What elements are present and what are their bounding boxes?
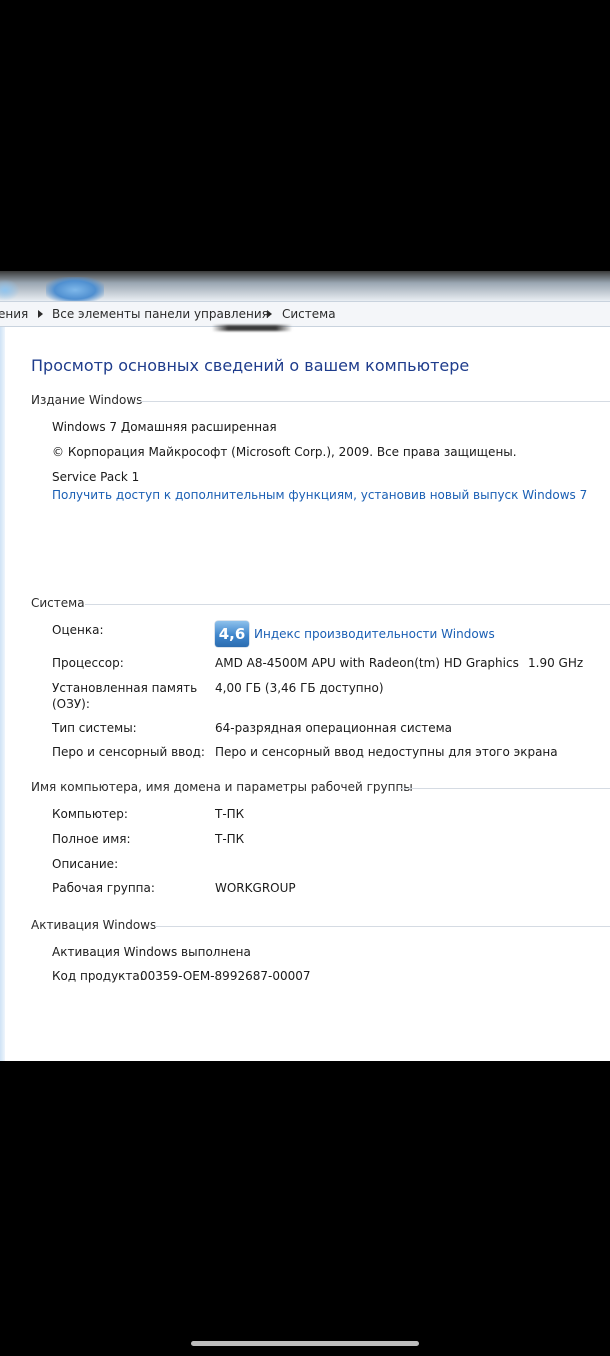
computer-section-heading: Имя компьютера, имя домена и параметры р… xyxy=(31,780,610,796)
section-title: Активация Windows xyxy=(31,918,157,932)
section-title: Система xyxy=(31,596,85,610)
cpu-label: Процессор: xyxy=(52,656,124,670)
product-key-label: Код продукта: xyxy=(52,969,144,983)
upgrade-link[interactable]: Получить доступ к дополнительным функция… xyxy=(52,488,587,502)
breadcrumb-item-control-panel[interactable]: ения xyxy=(0,302,28,326)
rating-badge[interactable]: 4,6 xyxy=(215,621,249,647)
workgroup-label: Рабочая группа: xyxy=(52,881,155,895)
blur-artifact xyxy=(212,325,292,331)
section-title: Имя компьютера, имя домена и параметры р… xyxy=(31,780,413,794)
page-title: Просмотр основных сведений о вашем компь… xyxy=(31,356,470,375)
system-type-label: Тип системы: xyxy=(52,721,137,735)
system-type-value: 64-разрядная операционная система xyxy=(215,721,453,735)
product-key-value: 00359-OEM-8992687-00007 xyxy=(140,969,311,983)
full-name-value: Т-ПК xyxy=(215,832,245,846)
window-top-blur xyxy=(0,271,610,303)
left-pane-edge xyxy=(0,327,5,1061)
divider xyxy=(400,788,610,789)
breadcrumb-item-system[interactable]: Система xyxy=(282,302,336,326)
copyright-text: © Корпорация Майкрософт (Microsoft Corp.… xyxy=(52,445,517,459)
system-window: ения Все элементы панели управления Сист… xyxy=(0,271,610,1061)
breadcrumb-item-all-items[interactable]: Все элементы панели управления xyxy=(52,302,269,326)
service-pack: Service Pack 1 xyxy=(52,470,140,484)
pen-touch-label: Перо и сенсорный ввод: xyxy=(52,745,205,759)
description-label: Описание: xyxy=(52,857,119,871)
chevron-right-icon[interactable] xyxy=(38,310,43,318)
ram-label-suffix: (ОЗУ): xyxy=(52,697,90,711)
performance-index-link[interactable]: Индекс производительности Windows xyxy=(254,627,495,641)
workgroup-value: WORKGROUP xyxy=(215,881,296,895)
edition-name: Windows 7 Домашняя расширенная xyxy=(52,420,277,434)
computer-name-value: Т-ПК xyxy=(215,807,245,821)
divider xyxy=(155,926,610,927)
activation-status: Активация Windows выполнена xyxy=(52,945,251,959)
rating-label: Оценка: xyxy=(52,623,104,637)
glow-icon xyxy=(46,277,104,303)
computer-name-label: Компьютер: xyxy=(52,807,128,821)
breadcrumb[interactable]: ения Все элементы панели управления Сист… xyxy=(0,301,610,327)
edition-section-heading: Издание Windows xyxy=(31,393,610,409)
cpu-speed: 1.90 GHz xyxy=(528,656,584,670)
section-title: Издание Windows xyxy=(31,393,143,407)
ram-label: Установленная память xyxy=(52,681,198,695)
chevron-right-icon[interactable] xyxy=(267,310,272,318)
system-section-heading: Система xyxy=(31,596,610,612)
divider xyxy=(85,604,610,605)
full-name-label: Полное имя: xyxy=(52,832,131,846)
cpu-value: AMD A8-4500M APU with Radeon(tm) HD Grap… xyxy=(215,656,519,670)
ram-value: 4,00 ГБ (3,46 ГБ доступно) xyxy=(215,681,384,695)
pen-touch-value: Перо и сенсорный ввод недоступны для это… xyxy=(215,745,558,759)
glow-icon xyxy=(0,279,20,301)
activation-section-heading: Активация Windows xyxy=(31,918,610,934)
home-indicator[interactable] xyxy=(191,1341,419,1346)
divider xyxy=(140,401,610,402)
